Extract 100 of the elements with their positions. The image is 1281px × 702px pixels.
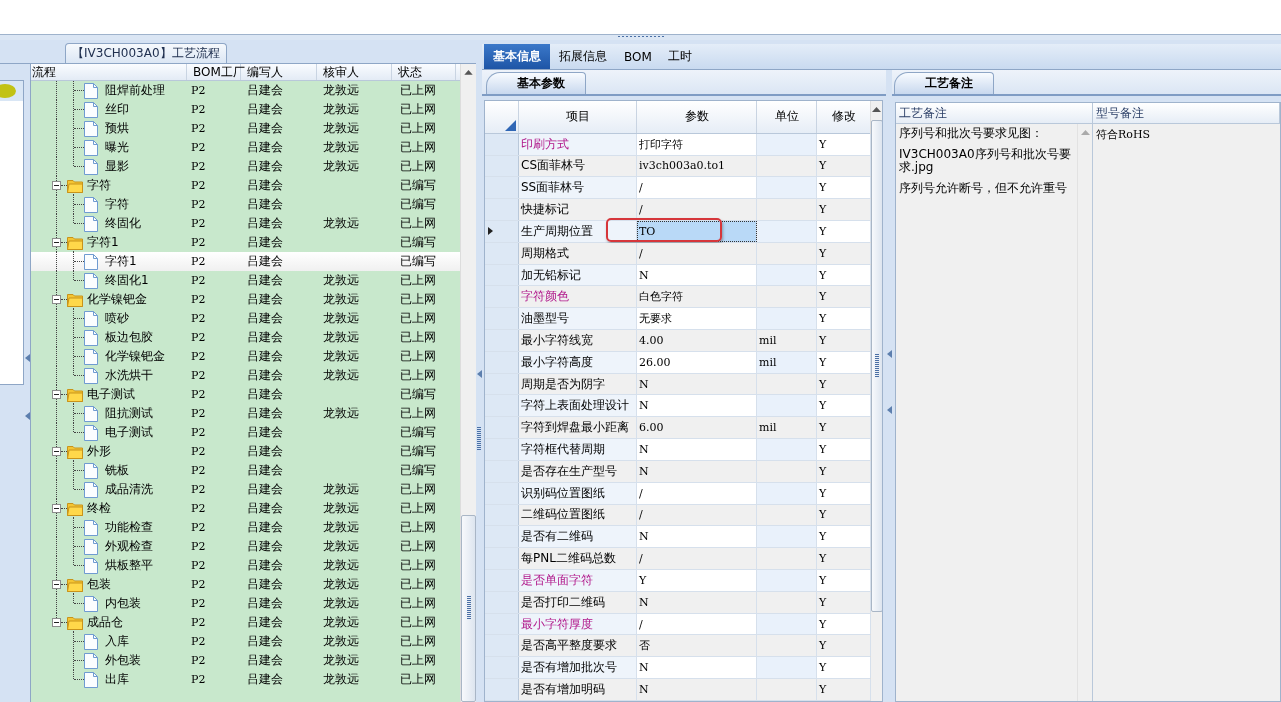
tree-node-label[interactable]: 字符 — [105, 196, 129, 213]
tree-node-label[interactable]: 电子测试 — [105, 424, 153, 441]
splitter-grip-icon[interactable] — [616, 35, 665, 38]
grid-row[interactable]: 周期是否为阴字 N Y — [485, 373, 870, 396]
tree-row[interactable]: 字符 P2 吕建会 已编写 — [31, 195, 460, 214]
tree-node-label[interactable]: 预烘 — [105, 120, 129, 137]
grid-row[interactable]: 最小字符厚度 / Y — [485, 613, 870, 636]
tree-row[interactable]: 烘板整平 P2 吕建会 龙敦远 已上网 — [31, 556, 460, 575]
tree-row[interactable]: 外观检查 P2 吕建会 龙敦远 已上网 — [31, 537, 460, 556]
grid-row[interactable]: 加无铅标记 N Y — [485, 264, 870, 287]
tree-node-label[interactable]: 成品仓 — [87, 614, 123, 631]
splitter-grip-icon[interactable] — [477, 426, 481, 452]
tree-row[interactable]: 出库 P2 吕建会 龙敦远 已上网 — [31, 670, 460, 689]
collapse-icon[interactable] — [52, 618, 61, 627]
tree-row[interactable]: 成品仓 P2 吕建会 龙敦远 已上网 — [31, 613, 460, 632]
tree-node-label[interactable]: 化学镍钯金 — [105, 348, 165, 365]
scrollbar-thumb[interactable] — [461, 514, 476, 702]
value-cell[interactable]: / — [637, 504, 757, 526]
grid-row[interactable]: 字符到焊盘最小距离 6.00 mil Y — [485, 417, 870, 440]
column-header[interactable]: 参数 — [637, 101, 757, 133]
tree-row[interactable]: 曝光 P2 吕建会 龙敦远 已上网 — [31, 138, 460, 157]
grid-row[interactable]: 最小字符线宽 4.00 mil Y — [485, 330, 870, 352]
tree-node-label[interactable]: 化学镍钯金 — [87, 291, 147, 308]
tree-node-label[interactable]: 阻抗测试 — [105, 405, 153, 422]
tree-row[interactable]: 终固化 P2 吕建会 龙敦远 已上网 — [31, 214, 460, 233]
value-cell[interactable]: N — [637, 679, 757, 700]
tree-row[interactable]: 外包装 P2 吕建会 龙敦远 已上网 — [31, 651, 460, 670]
thumb-grip-icon[interactable] — [874, 353, 879, 379]
collapse-icon[interactable] — [52, 181, 61, 190]
sub-tab[interactable]: 工艺备注 — [894, 72, 994, 94]
value-cell[interactable]: 无要求 — [637, 308, 757, 330]
column-header[interactable]: 状态 — [392, 64, 456, 80]
grid-row[interactable]: 最小字符高度 26.00 mil Y — [485, 351, 870, 374]
value-cell[interactable]: Y — [637, 569, 757, 591]
tree-node-label[interactable]: 曝光 — [105, 139, 129, 156]
grid-row[interactable]: 是否存在生产型号 N Y — [485, 460, 870, 483]
tree-row[interactable]: 字符 P2 吕建会 已编写 — [31, 176, 460, 195]
tree-row[interactable]: 字符1 P2 吕建会 已编写 — [31, 252, 460, 271]
value-cell[interactable]: 否 — [637, 635, 757, 657]
scroll-up-icon[interactable] — [464, 70, 473, 75]
tree-node-label[interactable]: 包装 — [87, 576, 111, 593]
column-header[interactable]: 工艺备注 — [896, 103, 1093, 123]
column-header[interactable]: 项目 — [519, 101, 637, 133]
tree-node-label[interactable]: 终固化1 — [105, 272, 149, 289]
tree-row[interactable]: 丝印 P2 吕建会 龙敦远 已上网 — [31, 100, 460, 119]
tree-node-label[interactable]: 铣板 — [105, 462, 129, 479]
collapse-icon[interactable] — [52, 390, 61, 399]
value-cell[interactable]: N — [637, 460, 757, 482]
tree-row[interactable]: 电子测试 P2 吕建会 已编写 — [31, 385, 460, 404]
value-cell[interactable]: / — [637, 242, 757, 264]
tree-row[interactable]: 功能检查 P2 吕建会 龙敦远 已上网 — [31, 518, 460, 537]
tree-row[interactable]: 显影 P2 吕建会 龙敦远 已上网 — [31, 157, 460, 176]
grid-row[interactable]: 周期格式 / Y — [485, 242, 870, 265]
column-header[interactable]: 型号备注 — [1093, 103, 1280, 123]
grid-row[interactable]: 是否高平整度要求 否 Y — [485, 635, 870, 658]
value-cell[interactable]: 6.00 — [637, 417, 757, 439]
tree-node-label[interactable]: 外包装 — [105, 652, 141, 669]
tree-node-label[interactable]: 烘板整平 — [105, 557, 153, 574]
grid-row[interactable]: SS面菲林号 / Y — [485, 177, 870, 200]
tree-row[interactable]: 预烘 P2 吕建会 龙敦远 已上网 — [31, 119, 460, 138]
tab[interactable]: 工时 — [659, 44, 700, 69]
collapse-icon[interactable] — [52, 580, 61, 589]
tree-row[interactable]: 字符1 P2 吕建会 已编写 — [31, 233, 460, 252]
tree-row[interactable]: 终固化1 P2 吕建会 龙敦远 已上网 — [31, 271, 460, 290]
collapse-icon[interactable] — [52, 238, 61, 247]
value-cell[interactable]: / — [637, 177, 757, 199]
tree-node-label[interactable]: 板边包胶 — [105, 329, 153, 346]
value-cell[interactable]: / — [637, 199, 757, 220]
tree-row[interactable]: 阻抗测试 P2 吕建会 龙敦远 已上网 — [31, 404, 460, 423]
tree-node-label[interactable]: 字符 — [87, 177, 111, 194]
grid-row[interactable]: 是否有二维码 N Y — [485, 526, 870, 549]
sub-tab[interactable]: 基本参数 — [486, 72, 586, 94]
column-header[interactable]: 单位 — [757, 101, 817, 133]
tree-row[interactable]: 阻焊前处理 P2 吕建会 龙敦远 已上网 — [31, 81, 460, 100]
tree-row[interactable]: 入库 P2 吕建会 龙敦远 已上网 — [31, 632, 460, 651]
grid-row[interactable]: 是否有增加明码 N Y — [485, 679, 870, 701]
tree-row[interactable]: 电子测试 P2 吕建会 已编写 — [31, 423, 460, 442]
tree-node-label[interactable]: 丝印 — [105, 101, 129, 118]
tree-node-label[interactable]: 终固化 — [105, 215, 141, 232]
thumb-grip-icon[interactable] — [466, 595, 471, 622]
value-cell[interactable]: iv3ch003a0.to1 — [637, 155, 757, 177]
value-cell[interactable]: N — [637, 395, 757, 417]
value-cell[interactable]: 打印字符 — [637, 133, 757, 155]
tree-node-label[interactable]: 功能检查 — [105, 519, 153, 536]
panel-title-tab[interactable]: 【IV3CH003A0】工艺流程 — [65, 43, 227, 63]
tree-node-label[interactable]: 终检 — [87, 500, 111, 517]
value-cell[interactable]: N — [637, 657, 757, 679]
collapse-icon[interactable] — [52, 295, 61, 304]
collapse-icon[interactable] — [52, 504, 61, 513]
tree-node-label[interactable]: 入库 — [105, 633, 129, 650]
column-header[interactable]: 核审人 — [317, 64, 392, 80]
value-cell[interactable]: / — [637, 482, 757, 504]
tree-row[interactable]: 包装 P2 吕建会 龙敦远 已上网 — [31, 575, 460, 594]
tree-row[interactable]: 化学镍钯金 P2 吕建会 龙敦远 已上网 — [31, 347, 460, 366]
value-cell[interactable]: / — [637, 613, 757, 635]
tab[interactable]: 基本信息 — [484, 44, 550, 69]
tree-node-label[interactable]: 阻焊前处理 — [105, 82, 165, 99]
value-cell[interactable]: N — [637, 373, 757, 395]
row-header[interactable] — [485, 220, 519, 242]
grid-row[interactable]: 油墨型号 无要求 Y — [485, 308, 870, 331]
